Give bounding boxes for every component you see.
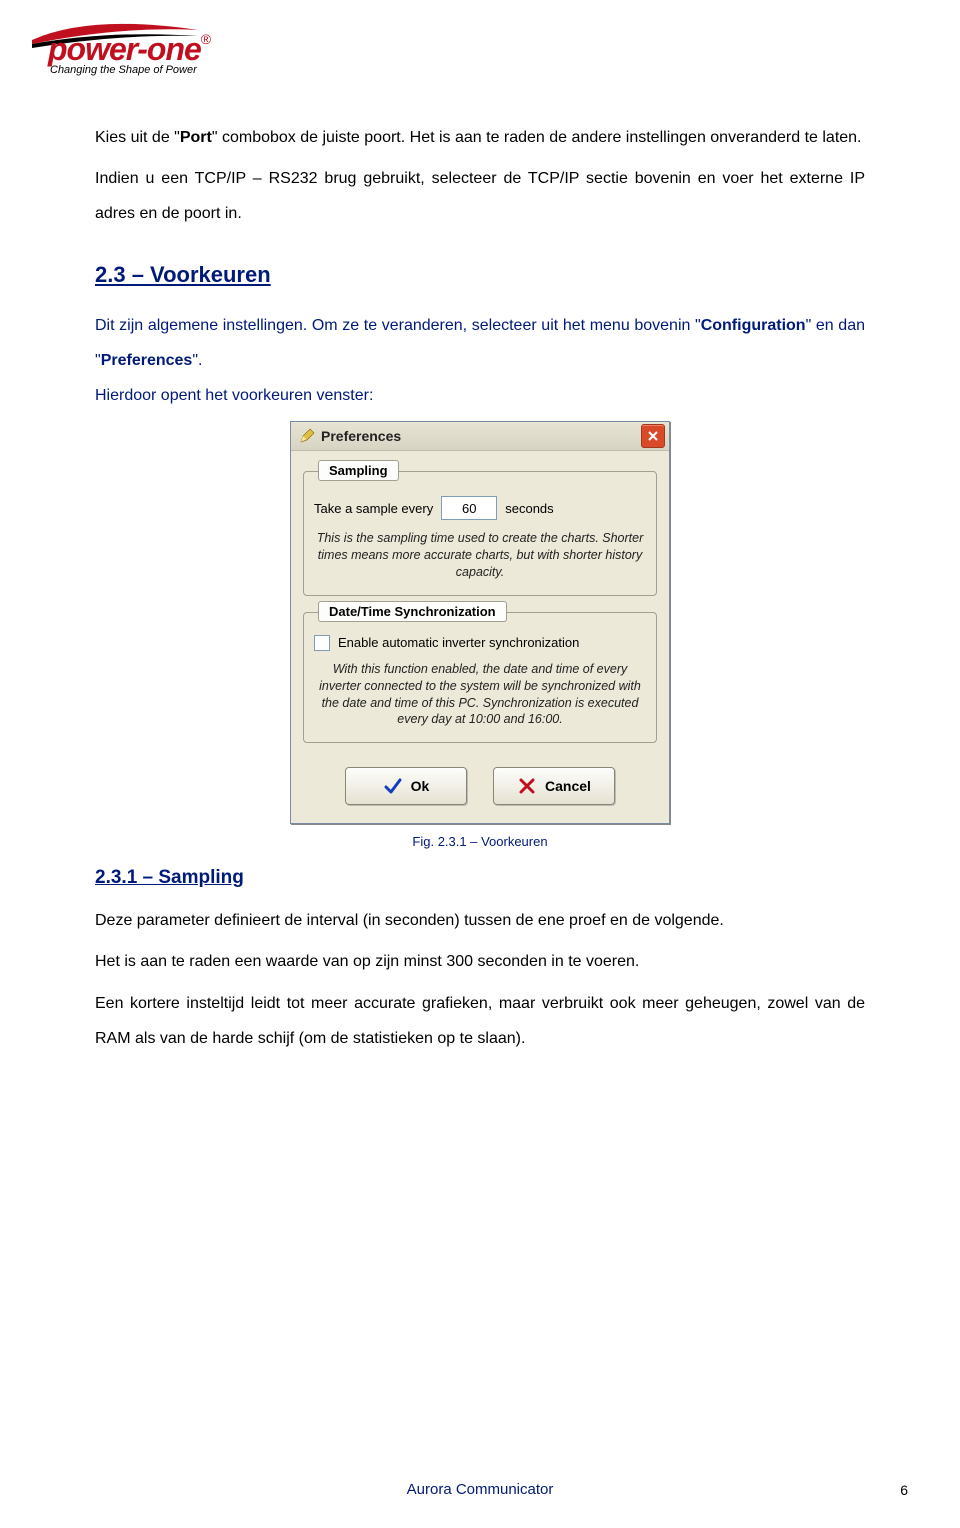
sampling-label-pre: Take a sample every — [314, 501, 433, 516]
ok-button[interactable]: Ok — [345, 767, 467, 805]
paragraph-insteltijd: Een kortere insteltijd leidt tot meer ac… — [95, 986, 865, 1056]
brand-logo: power-one® Changing the Shape of Power — [30, 20, 211, 76]
sampling-group: Sampling Take a sample every seconds Thi… — [303, 471, 657, 596]
logo-subtitle: Changing the Shape of Power — [50, 64, 211, 76]
dts-legend: Date/Time Synchronization — [318, 601, 507, 622]
dialog-titlebar: Preferences — [291, 422, 669, 451]
preferences-dialog: Preferences Sampling Take a sample every — [290, 421, 670, 824]
sampling-legend: Sampling — [318, 460, 399, 481]
pencil-icon — [299, 428, 315, 444]
paragraph-port-combobox: Kies uit de "Port" combobox de juiste po… — [95, 120, 865, 155]
paragraph-hierdoor: Hierdoor opent het voorkeuren venster: — [95, 378, 865, 413]
logo-text: power-one — [48, 31, 201, 67]
paragraph-300sec: Het is aan te raden een waarde van op zi… — [95, 944, 865, 979]
dts-description: With this function enabled, the date and… — [316, 661, 644, 729]
page-number: 6 — [900, 1482, 908, 1498]
logo-reg: ® — [201, 31, 211, 47]
enable-sync-label: Enable automatic inverter synchronizatio… — [338, 635, 579, 650]
close-icon — [648, 431, 658, 441]
paragraph-tcpip: Indien u een TCP/IP – RS232 brug gebruik… — [95, 161, 865, 231]
figure-caption: Fig. 2.3.1 – Voorkeuren — [95, 834, 865, 849]
heading-2-3-1: 2.3.1 – Sampling — [95, 867, 865, 889]
datetime-sync-group: Date/Time Synchronization Enable automat… — [303, 612, 657, 744]
paragraph-instellingen: Dit zijn algemene instellingen. Om ze te… — [95, 308, 865, 378]
sampling-description: This is the sampling time used to create… — [316, 530, 644, 581]
footer-title: Aurora Communicator — [0, 1481, 960, 1498]
cancel-x-icon — [517, 776, 537, 796]
close-button[interactable] — [641, 424, 665, 448]
heading-2-3: 2.3 – Voorkeuren — [95, 262, 865, 288]
enable-sync-checkbox[interactable] — [314, 635, 330, 651]
check-icon — [383, 776, 403, 796]
dialog-title: Preferences — [321, 428, 641, 444]
cancel-button[interactable]: Cancel — [493, 767, 615, 805]
sampling-label-post: seconds — [505, 501, 553, 516]
paragraph-interval: Deze parameter definieert de interval (i… — [95, 903, 865, 938]
sampling-value-input[interactable] — [441, 496, 497, 520]
